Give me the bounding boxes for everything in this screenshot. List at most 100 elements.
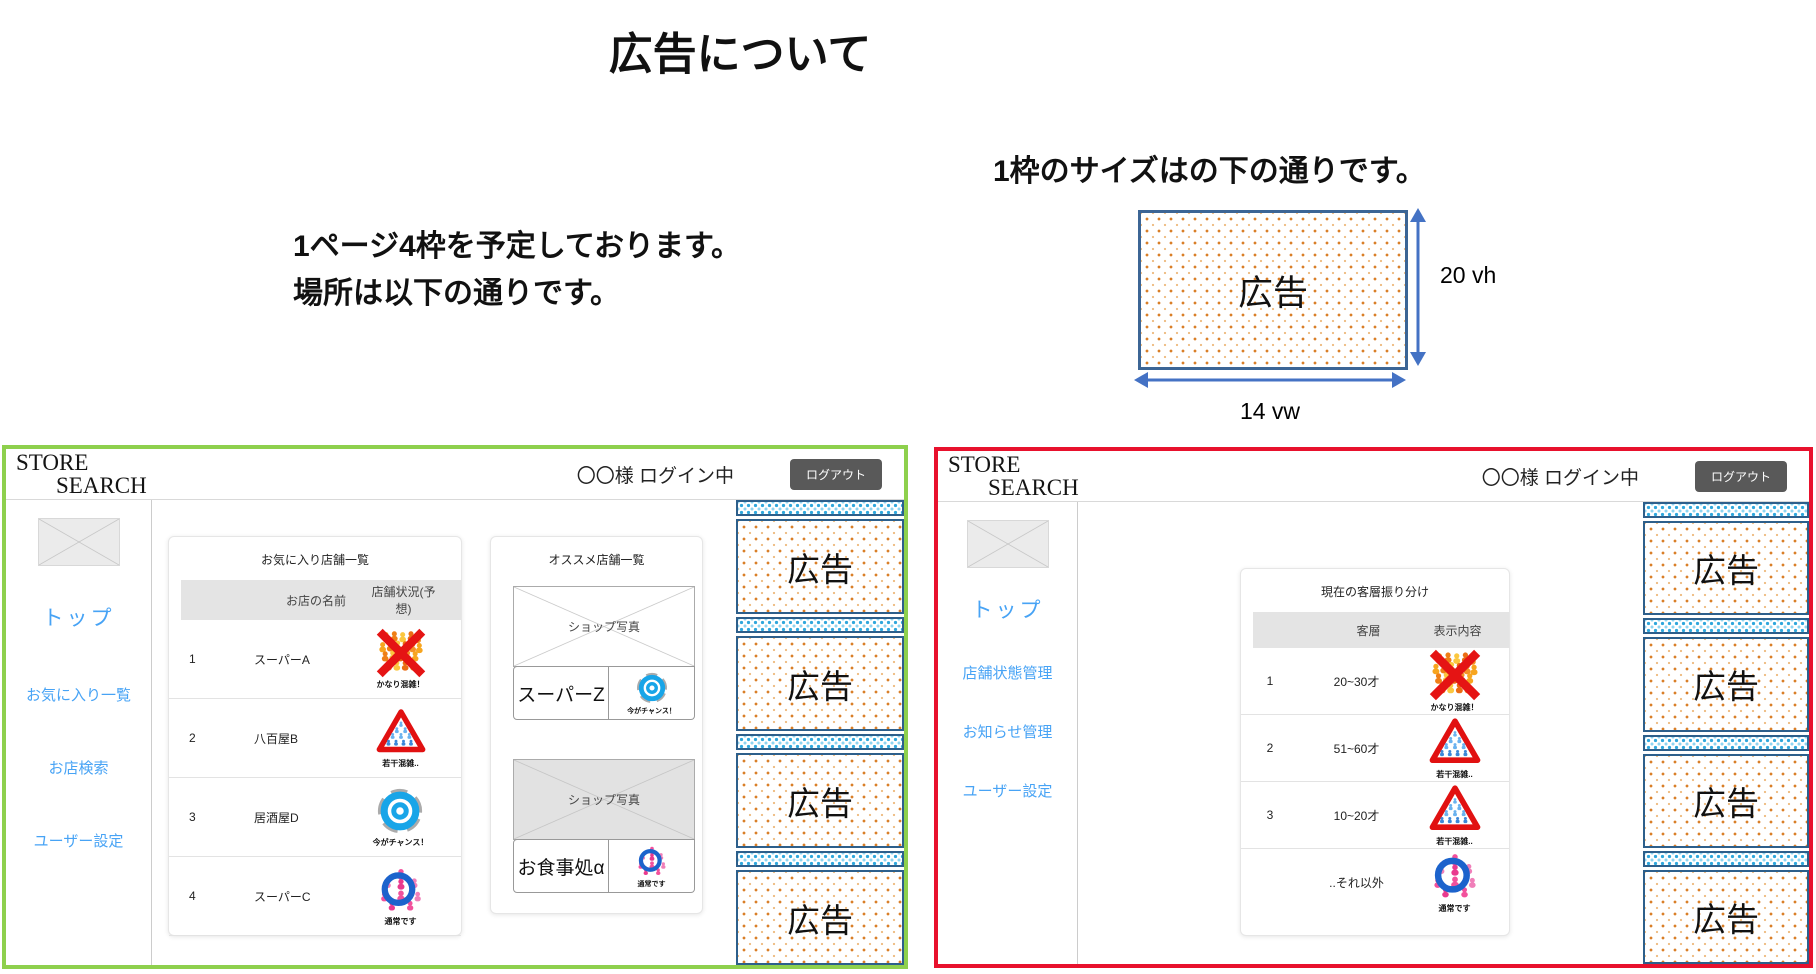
- favorites-panel: お気に入り店舗一覧 お店の名前 店舗状況(予想) 1 スーパーA かなり混雑！ …: [168, 536, 462, 936]
- store-search-logo[interactable]: STORE SEARCH: [948, 453, 1079, 500]
- ad-label: 広告: [1693, 893, 1759, 941]
- favorite-row[interactable]: 1 スーパーA かなり混雑！: [169, 620, 461, 699]
- segment-age: ..それ以外: [1299, 874, 1414, 891]
- segment-age: 51~60才: [1299, 740, 1414, 757]
- ad-column: 広告 広告 広告 広告: [1643, 502, 1809, 964]
- logout-button[interactable]: ログアウト: [790, 459, 882, 490]
- width-dimension-label: 14 vw: [1210, 398, 1330, 425]
- logo-image-placeholder: [38, 518, 120, 566]
- store-name: 居酒屋D: [254, 809, 354, 826]
- status-icon: [1429, 783, 1481, 835]
- user-sidebar: トップ お気に入り一覧 お店検索 ユーザー設定: [6, 500, 152, 965]
- width-arrow-icon: [1134, 366, 1406, 394]
- shop-name: お食事処α: [513, 839, 609, 893]
- recommend-panel: オススメ店舗一覧 ショップ写真 スーパーZ 今がチャンス！ ショップ写真: [490, 536, 703, 914]
- row-number: 1: [1241, 674, 1299, 688]
- shop-status-cell: 今がチャンス！: [609, 666, 695, 720]
- status-caption: 今がチャンス！: [373, 837, 429, 848]
- shop-photo-placeholder: ショップ写真: [513, 586, 695, 667]
- sidebar-item-store-status-management[interactable]: 店舗状態管理: [962, 662, 1052, 683]
- status-caption: かなり混雑！: [1431, 702, 1479, 713]
- height-dimension-label: 20 vh: [1440, 262, 1496, 289]
- segments-title: 現在の客層振り分け: [1241, 583, 1509, 600]
- logo-image-placeholder: [967, 520, 1049, 568]
- favorites-table-header: お店の名前 店舗状況(予想): [181, 580, 461, 620]
- logout-button[interactable]: ログアウト: [1695, 461, 1787, 492]
- shop-info-row: お食事処α 通常です: [513, 839, 695, 893]
- segment-row[interactable]: 1 20~30才 かなり混雑！: [1241, 648, 1509, 715]
- ad-sample-label: 広告: [1238, 265, 1308, 316]
- segment-age: 10~20才: [1299, 807, 1414, 824]
- store-search-logo[interactable]: STORE SEARCH: [16, 451, 147, 498]
- segments-table-header: 客層 表示内容: [1253, 612, 1509, 648]
- row-number: 3: [1241, 808, 1299, 822]
- column-store-name: お店の名前: [266, 592, 366, 609]
- ad-slot[interactable]: 広告: [1643, 754, 1809, 848]
- store-name: スーパーA: [254, 651, 354, 668]
- row-number: 4: [169, 889, 254, 903]
- row-number: 2: [1241, 741, 1299, 755]
- note-size: 1枠のサイズはの下の通りです。: [993, 146, 1426, 190]
- segment-age: 20~30才: [1299, 673, 1414, 690]
- row-number: 1: [169, 652, 254, 666]
- ad-label: 広告: [787, 894, 853, 942]
- status-caption: 通常です: [1439, 903, 1471, 914]
- sidebar-item-top[interactable]: トップ: [43, 602, 115, 632]
- status-caption: 若干混雑..: [382, 758, 418, 769]
- status-icon: [376, 628, 426, 678]
- user-app-header: STORE SEARCH 〇〇様 ログイン中 ログアウト: [6, 449, 904, 500]
- store-name: 八百屋B: [254, 730, 354, 747]
- shop-info-row: スーパーZ 今がチャンス！: [513, 666, 695, 720]
- sidebar-item-top[interactable]: トップ: [972, 594, 1044, 624]
- column-display-content: 表示内容: [1426, 622, 1509, 639]
- row-number: 2: [169, 731, 254, 745]
- status-icon: [1429, 716, 1481, 768]
- status-icon: [635, 671, 669, 705]
- recommend-title: オススメ店舗一覧: [491, 551, 702, 568]
- favorite-row[interactable]: 2 八百屋B 若干混雑..: [169, 699, 461, 778]
- ad-separator-strip: [736, 851, 904, 867]
- sidebar-item-user-settings[interactable]: ユーザー設定: [34, 830, 124, 851]
- segment-row[interactable]: 2 51~60才 若干混雑..: [1241, 715, 1509, 782]
- owner-app-mockup: STORE SEARCH 〇〇様 ログイン中 ログアウト トップ 店舗状態管理 …: [934, 447, 1813, 968]
- logo-line1: STORE: [948, 453, 1079, 476]
- column-segment: 客層: [1311, 622, 1426, 639]
- ad-slot[interactable]: 広告: [1643, 521, 1809, 615]
- recommend-shop-card[interactable]: ショップ写真 スーパーZ 今がチャンス！: [513, 586, 695, 720]
- ad-slot[interactable]: 広告: [1643, 870, 1809, 964]
- ad-label: 広告: [787, 777, 853, 825]
- ad-slot[interactable]: 広告: [736, 636, 904, 731]
- segment-row[interactable]: ..それ以外 通常です: [1241, 849, 1509, 915]
- status-icon: [375, 786, 425, 836]
- shop-name: スーパーZ: [513, 666, 609, 720]
- recommend-shop-card[interactable]: ショップ写真 お食事処α 通常です: [513, 759, 695, 893]
- ad-size-sample-box: 広告: [1138, 210, 1408, 370]
- sidebar-item-favorites-list[interactable]: お気に入り一覧: [26, 684, 131, 705]
- ad-separator-strip: [1643, 618, 1809, 634]
- shop-photo-placeholder: ショップ写真: [513, 759, 695, 840]
- sidebar-item-notice-management[interactable]: お知らせ管理: [963, 721, 1053, 742]
- status-icon: [376, 707, 426, 757]
- logo-line1: STORE: [16, 451, 147, 474]
- logo-line2: SEARCH: [56, 474, 147, 497]
- login-status: 〇〇様 ログイン中: [577, 461, 734, 488]
- status-icon: [635, 844, 669, 878]
- status-caption: 今がチャンス！: [627, 706, 676, 716]
- sidebar-item-user-settings[interactable]: ユーザー設定: [963, 780, 1053, 801]
- segment-row[interactable]: 3 10~20才 若干混雑..: [1241, 782, 1509, 849]
- note-placement-line1: 1ページ4枠を予定しております。: [293, 224, 741, 271]
- ad-slot[interactable]: 広告: [736, 753, 904, 848]
- ad-slot[interactable]: 広告: [736, 870, 904, 965]
- ad-label: 広告: [787, 543, 853, 591]
- status-icon: [376, 865, 426, 915]
- note-placement: 1ページ4枠を予定しております。 場所は以下の通りです。: [293, 224, 741, 317]
- status-caption: 通常です: [638, 879, 666, 889]
- status-caption: 通常です: [385, 916, 417, 927]
- favorite-row[interactable]: 3 居酒屋D 今がチャンス！: [169, 778, 461, 857]
- sidebar-item-store-search[interactable]: お店検索: [48, 757, 108, 778]
- favorite-row[interactable]: 4 スーパーC 通常です: [169, 857, 461, 936]
- ad-slot[interactable]: 広告: [1643, 637, 1809, 731]
- logo-line2: SEARCH: [988, 476, 1079, 499]
- ad-slot[interactable]: 広告: [736, 519, 904, 614]
- shop-photo-label: ショップ写真: [568, 791, 640, 808]
